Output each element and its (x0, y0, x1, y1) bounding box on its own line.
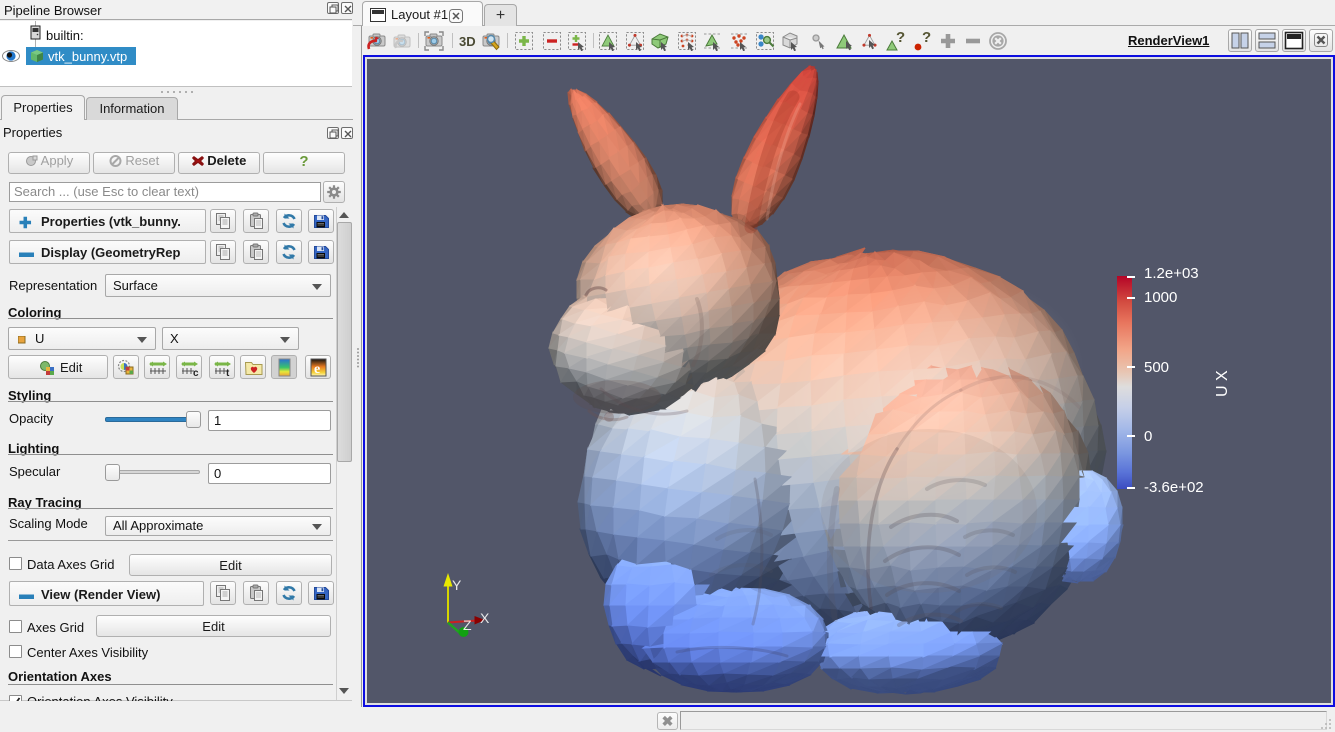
svg-text:Y: Y (452, 577, 462, 593)
svg-text:c: c (193, 368, 199, 378)
svg-text:?: ? (896, 30, 905, 46)
svg-text:t: t (226, 368, 230, 378)
svg-text:Z: Z (463, 617, 472, 633)
svg-text:e: e (314, 362, 320, 377)
svg-text:X: X (480, 610, 490, 626)
svg-text:?: ? (922, 30, 931, 46)
